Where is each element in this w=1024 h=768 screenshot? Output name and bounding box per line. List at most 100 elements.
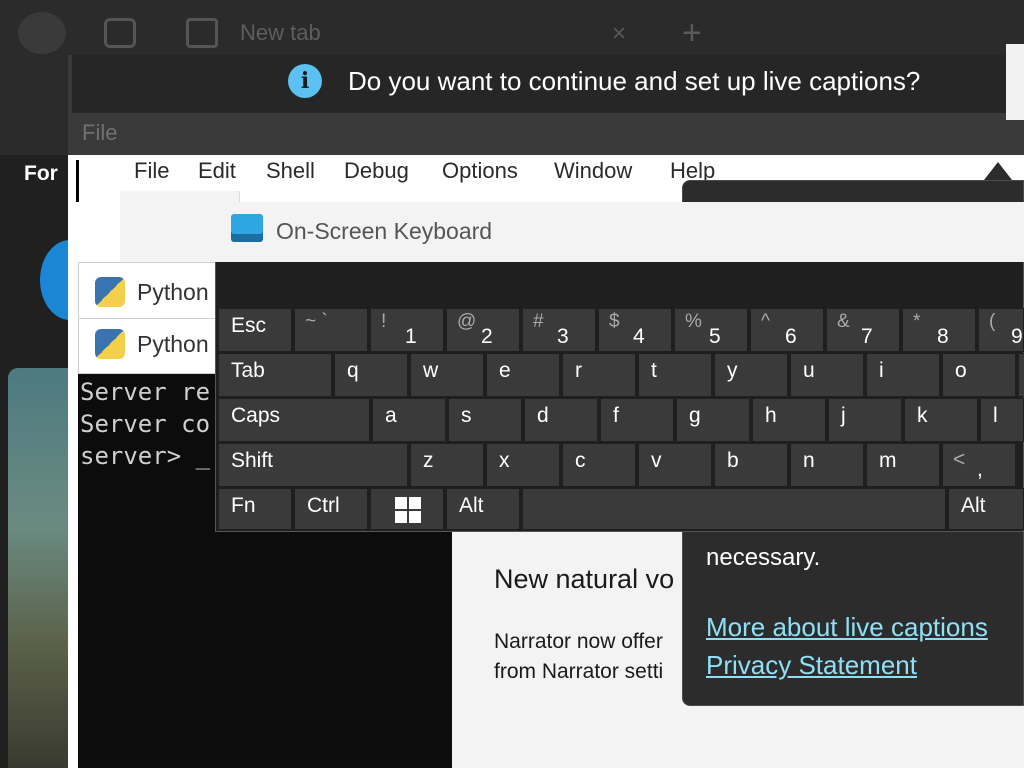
tab-title[interactable]: New tab	[240, 20, 321, 46]
key-alt-left[interactable]: Alt	[446, 488, 520, 530]
key-s[interactable]: s	[448, 398, 522, 442]
key-label: 5	[709, 325, 721, 348]
key-c[interactable]: c	[562, 443, 636, 487]
key-label: k	[917, 404, 928, 427]
key-label: b	[727, 449, 739, 472]
key-symbol: ^	[761, 311, 770, 332]
python-window-title: Python	[137, 279, 209, 305]
key-a[interactable]: a	[372, 398, 446, 442]
osk-title: On-Screen Keyboard	[276, 218, 493, 244]
key-m[interactable]: m	[866, 443, 940, 487]
key-label: 2	[481, 325, 493, 348]
key-i[interactable]: i	[866, 353, 940, 397]
key-symbol: @	[457, 311, 477, 332]
key-space[interactable]	[522, 488, 946, 530]
key-label: f	[613, 404, 619, 427]
python-window-title: Python	[137, 331, 209, 357]
key-1[interactable]: ! 1	[370, 308, 444, 352]
key-label: 6	[785, 325, 797, 348]
section-heading: New natural vo	[494, 564, 675, 594]
key-q[interactable]: q	[334, 353, 408, 397]
key-label: a	[385, 404, 397, 427]
key-label: x	[499, 449, 510, 472]
key-windows[interactable]	[370, 488, 444, 530]
key-label: n	[803, 449, 815, 472]
key-y[interactable]: y	[714, 353, 788, 397]
python-window-1[interactable]: Python	[78, 262, 218, 322]
key-esc[interactable]: Esc	[218, 308, 292, 352]
key-u[interactable]: u	[790, 353, 864, 397]
menu-edit[interactable]: Edit	[198, 158, 236, 184]
key-label: l	[993, 404, 998, 427]
key-w[interactable]: w	[410, 353, 484, 397]
key-g[interactable]: g	[676, 398, 750, 442]
key-h[interactable]: h	[752, 398, 826, 442]
banner-message: Do you want to continue and set up live …	[348, 66, 921, 96]
key-n[interactable]: n	[790, 443, 864, 487]
key-fn[interactable]: Fn	[218, 488, 292, 530]
info-icon: i	[288, 64, 322, 98]
key-label: Alt	[459, 494, 484, 517]
key-6[interactable]: ^ 6	[750, 308, 824, 352]
keyboard-icon	[231, 214, 263, 242]
key-label: Caps	[231, 404, 281, 427]
key-4[interactable]: $4	[598, 308, 672, 352]
key-label: c	[575, 449, 586, 472]
key-comma[interactable]: <,	[942, 443, 1016, 487]
key-z[interactable]: z	[410, 443, 484, 487]
key-label: y	[727, 359, 738, 382]
new-tab-button[interactable]: +	[682, 14, 702, 53]
key-3[interactable]: #3	[522, 308, 596, 352]
python-icon	[95, 277, 125, 307]
key-ctrl[interactable]: Ctrl	[294, 488, 368, 530]
key-t[interactable]: t	[638, 353, 712, 397]
key-tilde[interactable]: ~ `	[294, 308, 368, 352]
menu-window[interactable]: Window	[554, 158, 632, 184]
flyout-text: necessary.	[706, 544, 821, 571]
key-x[interactable]: x	[486, 443, 560, 487]
key-j[interactable]: j	[828, 398, 902, 442]
key-label: s	[461, 404, 472, 427]
key-symbol: <	[953, 448, 966, 471]
console-prompt[interactable]: server> _	[80, 442, 210, 470]
key-tab[interactable]: Tab	[218, 353, 332, 397]
tab-actions-icon[interactable]	[104, 18, 136, 48]
key-8[interactable]: * 8	[902, 308, 976, 352]
key-l[interactable]: l	[980, 398, 1024, 442]
key-5[interactable]: % 5	[674, 308, 748, 352]
key-label: 9	[1011, 325, 1023, 348]
key-label: i	[879, 359, 884, 382]
menu-file[interactable]: File	[134, 158, 169, 184]
tab-close-icon[interactable]: ×	[612, 20, 626, 48]
key-e[interactable]: e	[486, 353, 560, 397]
more-about-live-captions-link[interactable]: More about live captions	[706, 612, 988, 643]
section-text: from Narrator setti	[494, 660, 664, 683]
key-alt-right[interactable]: Alt	[948, 488, 1024, 530]
key-d[interactable]: d	[524, 398, 598, 442]
key-caps[interactable]: Caps	[218, 398, 370, 442]
python-window-2[interactable]: Python	[78, 318, 218, 374]
key-symbol: #	[533, 311, 544, 332]
menu-options[interactable]: Options	[442, 158, 518, 184]
key-label: g	[689, 404, 701, 427]
key-k[interactable]: k	[904, 398, 978, 442]
key-2[interactable]: @2	[446, 308, 520, 352]
key-7[interactable]: & 7	[826, 308, 900, 352]
menu-shell[interactable]: Shell	[266, 158, 315, 184]
privacy-statement-link[interactable]: Privacy Statement	[706, 650, 917, 681]
key-label: u	[803, 359, 815, 382]
menu-debug[interactable]: Debug	[344, 158, 409, 184]
key-label: d	[537, 404, 549, 427]
key-label: ,	[977, 458, 983, 481]
key-b[interactable]: b	[714, 443, 788, 487]
key-label: o	[955, 359, 967, 382]
browser-logo-icon	[18, 12, 66, 54]
key-r[interactable]: r	[562, 353, 636, 397]
key-o[interactable]: o	[942, 353, 1016, 397]
key-v[interactable]: v	[638, 443, 712, 487]
section-text: Narrator now offer	[494, 630, 663, 653]
key-9[interactable]: (9	[978, 308, 1024, 352]
key-f[interactable]: f	[600, 398, 674, 442]
key-shift[interactable]: Shift	[218, 443, 408, 487]
key-p[interactable]	[1018, 353, 1024, 397]
